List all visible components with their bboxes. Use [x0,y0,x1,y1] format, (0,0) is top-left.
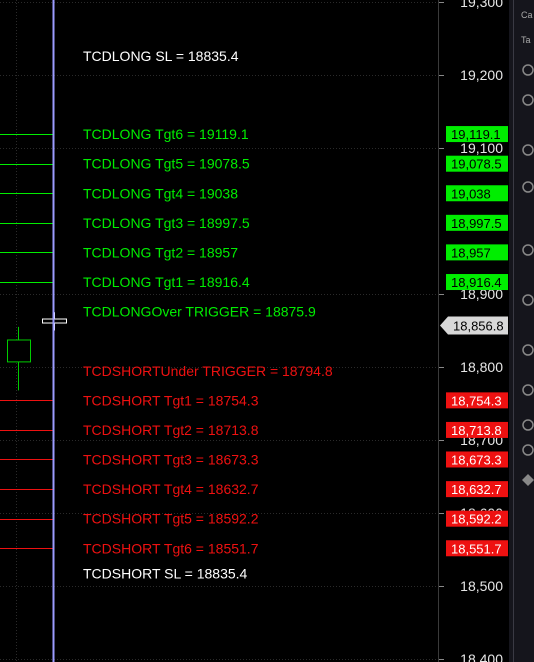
level-label: TCDSHORT Tgt5 = 18592.2 [83,511,259,527]
side-panel-text: Ca [521,10,533,20]
price-tick-label: 19,300 [460,0,503,10]
level-label: TCDLONG Tgt4 = 19038 [83,185,238,201]
chart[interactable]: TCDLONG SL = 18835.4 TCDLONG Tgt6 = 19119… [0,0,534,662]
level-label: TCDSHORT Tgt1 = 18754.3 [83,392,259,408]
level-label: TCDSHORT Tgt2 = 18713.8 [83,422,259,438]
price-badge-label: 18,551.7 [451,541,502,556]
level-label: TCDLONG Tgt2 = 18957 [83,244,238,260]
price-badge-label: 19,119.1 [451,127,501,142]
last-price-label: 18,856.8 [453,319,504,334]
price-tick-label: 19,100 [460,140,503,156]
price-badge-label: 19,078.5 [451,157,502,172]
price-tick-label: 19,200 [460,67,503,83]
price-badge-label: 18,713.8 [451,423,502,438]
level-label: TCDSHORT SL = 18835.4 [83,566,248,582]
price-badge-label: 18,957 [451,245,491,260]
side-panel [509,0,534,662]
price-badge-label: 18,673.3 [451,452,502,467]
price-tick-label: 18,800 [460,359,503,375]
level-label: TCDSHORTUnder TRIGGER = 18794.8 [83,363,333,379]
level-label: TCDLONGOver TRIGGER = 18875.9 [83,304,316,320]
level-label: TCDLONG Tgt3 = 18997.5 [83,215,250,231]
side-panel-text: Ta [521,35,531,45]
level-label: TCDSHORT Tgt3 = 18673.3 [83,451,259,467]
price-badge-label: 18,592.2 [451,512,502,527]
level-label: TCDLONG SL = 18835.4 [83,48,239,64]
price-badge-label: 18,754.3 [451,393,502,408]
level-label: TCDLONG Tgt1 = 18916.4 [83,274,250,290]
candle-body[interactable] [7,339,31,363]
price-tick-label: 18,500 [460,578,503,594]
level-label: TCDLONG Tgt6 = 19119.1 [83,126,249,142]
price-badge-label: 18,916.4 [451,275,502,290]
level-label: TCDLONG Tgt5 = 19078.5 [83,156,250,172]
price-tick-label: 18,400 [460,651,503,662]
level-label: TCDSHORT Tgt4 = 18632.7 [83,481,259,497]
level-label: TCDSHORT Tgt6 = 18551.7 [83,540,259,556]
price-badge-label: 18,632.7 [451,482,502,497]
price-badge-label: 18,997.5 [451,216,502,231]
price-badge-label: 19,038 [451,186,491,201]
